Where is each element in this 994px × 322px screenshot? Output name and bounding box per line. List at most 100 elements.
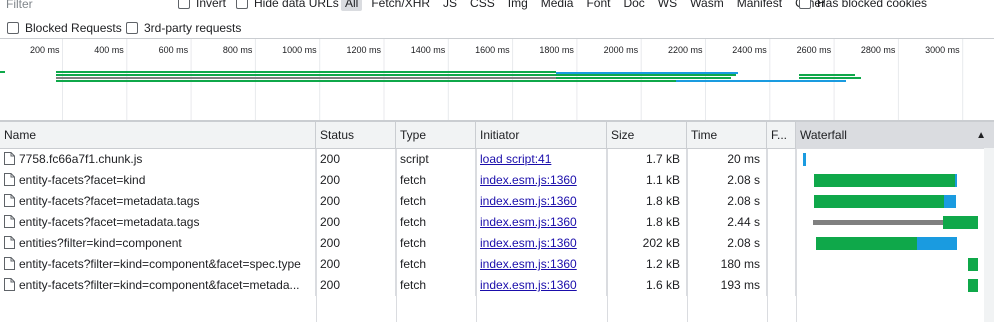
- fulfilled-cell: [767, 212, 796, 233]
- type-filter-manifest[interactable]: Manifest: [733, 0, 786, 11]
- waterfall-bar[interactable]: [968, 258, 978, 271]
- initiator-link[interactable]: index.esm.js:1360: [480, 236, 577, 250]
- invert-checkbox[interactable]: Invert: [178, 0, 226, 11]
- column-header-fulfilled[interactable]: F...: [767, 122, 796, 149]
- type-filter-all[interactable]: All: [341, 0, 363, 11]
- request-name-cell[interactable]: entity-facets?facet=metadata.tags: [0, 212, 316, 233]
- overview-tick-label: 2800 ms: [861, 45, 896, 55]
- request-name: entity-facets?filter=kind=component&face…: [19, 278, 300, 292]
- type-filter-font[interactable]: Font: [582, 0, 614, 11]
- request-name-cell[interactable]: entity-facets?filter=kind=component&face…: [0, 275, 316, 296]
- request-name-cell[interactable]: entity-facets?facet=kind: [0, 170, 316, 191]
- initiator-cell: index.esm.js:1360: [476, 191, 607, 212]
- waterfall-bar[interactable]: [816, 237, 917, 250]
- type-filter-js[interactable]: JS: [439, 0, 461, 11]
- column-header-time[interactable]: Time: [687, 122, 767, 149]
- column-header-type[interactable]: Type: [396, 122, 476, 149]
- document-icon: [4, 152, 15, 165]
- initiator-link[interactable]: index.esm.js:1360: [480, 173, 577, 187]
- waterfall-bar[interactable]: [814, 195, 944, 208]
- overview-tick-label: 2000 ms: [604, 45, 639, 55]
- table-row[interactable]: entities?filter=kind=component 200 fetch in…: [0, 233, 994, 254]
- has-blocked-cookies-checkbox-box[interactable]: [799, 0, 811, 9]
- request-name-cell[interactable]: entities?filter=kind=component: [0, 233, 316, 254]
- third-party-requests-checkbox[interactable]: 3rd-party requests: [126, 20, 241, 36]
- overview-bar: [56, 80, 676, 82]
- type-filter-fetch-xhr[interactable]: Fetch/XHR: [367, 0, 434, 11]
- document-icon: [4, 257, 15, 270]
- table-row[interactable]: 7758.fc66a7f1.chunk.js 200 script load scri…: [0, 149, 994, 170]
- invert-label: Invert: [196, 0, 227, 10]
- status-cell: 200: [316, 212, 396, 233]
- fulfilled-cell: [767, 191, 796, 212]
- column-header-name[interactable]: Name: [0, 122, 316, 149]
- waterfall-bar[interactable]: [813, 220, 943, 225]
- size-cell: 1.2 kB: [607, 254, 687, 275]
- waterfall-bar[interactable]: [917, 237, 957, 250]
- column-header-size[interactable]: Size: [607, 122, 687, 149]
- table-row[interactable]: entity-facets?facet=metadata.tags 200 fetc…: [0, 191, 994, 212]
- waterfall-bar[interactable]: [943, 216, 978, 229]
- size-cell: 1.1 kB: [607, 170, 687, 191]
- overview-bar: [676, 80, 846, 82]
- third-party-requests-checkbox-box[interactable]: [126, 22, 138, 34]
- type-filter-media[interactable]: Media: [537, 0, 578, 11]
- type-filter-wasm[interactable]: Wasm: [686, 0, 728, 11]
- fulfilled-cell: [767, 275, 796, 296]
- waterfall-bar[interactable]: [803, 153, 806, 166]
- size-cell: 1.8 kB: [607, 191, 687, 212]
- initiator-link[interactable]: index.esm.js:1360: [480, 278, 577, 292]
- initiator-link[interactable]: index.esm.js:1360: [480, 194, 577, 208]
- table-row[interactable]: entity-facets?facet=metadata.tags 200 fetc…: [0, 212, 994, 233]
- blocked-requests-checkbox-box[interactable]: [7, 22, 19, 34]
- type-filter-ws[interactable]: WS: [654, 0, 681, 11]
- initiator-link[interactable]: load script:41: [480, 152, 551, 166]
- table-row[interactable]: entity-facets?facet=kind 200 fetch index.es…: [0, 170, 994, 191]
- initiator-link[interactable]: index.esm.js:1360: [480, 257, 577, 271]
- has-blocked-cookies-checkbox[interactable]: Has blocked cookies: [799, 0, 927, 11]
- time-cell: 2.44 s: [687, 212, 767, 233]
- waterfall-bar[interactable]: [955, 174, 957, 187]
- invert-checkbox-box[interactable]: [178, 0, 190, 9]
- document-icon: [4, 278, 15, 291]
- waterfall-bar[interactable]: [944, 195, 956, 208]
- waterfall-bar[interactable]: [968, 279, 978, 292]
- request-name: 7758.fc66a7f1.chunk.js: [19, 152, 143, 166]
- overview-tick-label: 2400 ms: [732, 45, 767, 55]
- fulfilled-cell: [767, 149, 796, 170]
- type-filter-css[interactable]: CSS: [466, 0, 499, 11]
- time-cell: 20 ms: [687, 149, 767, 170]
- table-row[interactable]: entity-facets?filter=kind=component&face…: [0, 254, 994, 275]
- column-header-waterfall[interactable]: Waterfall ▲: [796, 122, 994, 149]
- waterfall-label: Waterfall: [800, 128, 847, 142]
- request-name-cell[interactable]: entity-facets?filter=kind=component&face…: [0, 254, 316, 275]
- sort-ascending-icon: ▲: [976, 130, 986, 141]
- overview-bar: [556, 77, 731, 79]
- request-name-cell[interactable]: 7758.fc66a7f1.chunk.js: [0, 149, 316, 170]
- hide-data-urls-checkbox-box[interactable]: [236, 0, 248, 9]
- overview-tick-label: 1400 ms: [411, 45, 446, 55]
- filter-input[interactable]: [6, 0, 166, 13]
- type-filter-doc[interactable]: Doc: [619, 0, 648, 11]
- time-cell: 193 ms: [687, 275, 767, 296]
- request-name-cell[interactable]: entity-facets?facet=metadata.tags: [0, 191, 316, 212]
- column-header-initiator[interactable]: Initiator: [476, 122, 607, 149]
- table-row[interactable]: entity-facets?filter=kind=component&face…: [0, 275, 994, 296]
- blocked-requests-checkbox[interactable]: Blocked Requests: [7, 20, 122, 36]
- fulfilled-cell: [767, 170, 796, 191]
- initiator-link[interactable]: index.esm.js:1360: [480, 215, 577, 229]
- hide-data-urls-checkbox[interactable]: Hide data URLs: [236, 0, 339, 11]
- initiator-cell: load script:41: [476, 149, 607, 170]
- document-icon: [4, 236, 15, 249]
- overview-bar: [799, 74, 855, 76]
- type-filter-img[interactable]: Img: [504, 0, 532, 11]
- time-cell: 180 ms: [687, 254, 767, 275]
- vertical-scrollbar[interactable]: [984, 148, 994, 322]
- column-header-status[interactable]: Status: [316, 122, 396, 149]
- initiator-cell: index.esm.js:1360: [476, 170, 607, 191]
- waterfall-bar[interactable]: [814, 174, 955, 187]
- overview-tick-label: 2600 ms: [797, 45, 832, 55]
- time-cell: 2.08 s: [687, 170, 767, 191]
- network-overview[interactable]: 200 ms 400 ms 600 ms 800 ms 1000 ms 1200 ms 14…: [0, 39, 994, 121]
- overview-bar: [556, 72, 738, 74]
